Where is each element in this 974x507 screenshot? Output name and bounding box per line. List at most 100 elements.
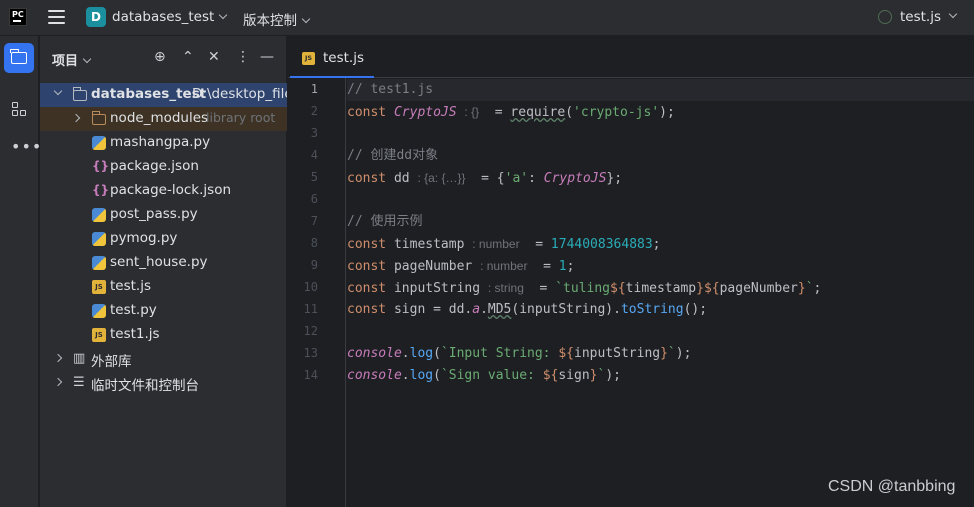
watermark: CSDN @tanbbing — [828, 478, 956, 495]
template-string: `Sign value: — [440, 368, 543, 383]
tree-item-file[interactable]: mashangpa.py — [40, 131, 287, 155]
main-menu-icon[interactable] — [48, 10, 65, 24]
code-line[interactable]: const pageNumber : number = 1; — [347, 255, 974, 277]
punctuation: . — [401, 368, 410, 383]
expand-arrow-icon[interactable] — [53, 353, 63, 363]
editor: JS test.js 1 2 3 4 5 6 7 8 9 10 11 12 13… — [288, 36, 974, 507]
project-panel: 项目 ⊕ ⌃ ✕ ⋮ — databases_test D:\desktop_f… — [40, 36, 287, 507]
locate-icon[interactable]: ⊕ — [154, 49, 166, 65]
expand-arrow-icon[interactable] — [71, 113, 81, 123]
identifier: inputString — [574, 346, 661, 361]
string: 'crypto-js' — [573, 105, 660, 120]
property: a — [472, 302, 481, 317]
number: 1744008364883 — [550, 237, 653, 252]
line-number: 14 — [303, 368, 318, 382]
chevron-down-icon — [301, 14, 311, 24]
tree-item-scratches[interactable]: ☰ 临时文件和控制台 — [40, 371, 287, 395]
function-call: require — [510, 105, 566, 120]
punctuation: ; — [652, 237, 661, 252]
more-tools-button[interactable]: ••• — [4, 134, 41, 164]
python-file-icon — [92, 136, 106, 150]
chevron-down-icon[interactable] — [948, 9, 958, 19]
tree-item-path: D:\desktop_file — [192, 86, 287, 102]
tab-test-js[interactable]: JS test.js — [290, 36, 374, 78]
tree-item-hint: library root — [206, 110, 276, 125]
punctuation: ); — [605, 368, 621, 383]
code-line[interactable]: console.log(`Sign value: ${sign}`); — [347, 365, 974, 387]
keyword: const — [347, 171, 394, 186]
operator: = — [519, 237, 551, 252]
line-number: 8 — [310, 236, 318, 250]
tree-item-label: test.py — [110, 302, 157, 318]
line-number: 1 — [310, 82, 318, 96]
tree-item-file[interactable]: JS test1.js — [40, 323, 287, 347]
structure-tool-button[interactable] — [4, 94, 34, 124]
javascript-file-icon: JS — [92, 280, 106, 294]
expand-arrow-icon[interactable] — [53, 86, 63, 96]
code-line[interactable]: // 使用示例 — [347, 211, 974, 233]
line-number: 9 — [310, 258, 318, 272]
expand-arrow-icon[interactable] — [53, 377, 63, 387]
expand-all-icon[interactable]: ⌃ — [182, 49, 194, 65]
library-icon: ▥ — [73, 351, 86, 366]
line-number: 5 — [310, 170, 318, 184]
tree-item-file[interactable]: sent_house.py — [40, 251, 287, 275]
code-line[interactable]: const sign = dd.a.MD5(inputString).toStr… — [347, 299, 974, 321]
tree-item-label: test.js — [110, 278, 152, 294]
tree-item-label: pymog.py — [110, 230, 178, 246]
punctuation: . — [480, 302, 488, 317]
project-tool-button[interactable] — [4, 43, 34, 73]
tree-item-file[interactable]: pymog.py — [40, 227, 287, 251]
tree-item-label: post_pass.py — [110, 206, 198, 222]
keyword: const — [347, 281, 394, 296]
project-badge-icon[interactable]: D — [86, 7, 106, 27]
tree-item-file[interactable]: post_pass.py — [40, 203, 287, 227]
line-number: 2 — [310, 104, 318, 118]
vcs-menu[interactable]: 版本控制 — [243, 9, 311, 29]
tool-window-strip: ••• — [0, 36, 41, 507]
line-number: 3 — [310, 126, 318, 140]
options-icon[interactable]: ⋮ — [236, 49, 250, 65]
type-hint: : number — [472, 237, 520, 251]
comment: // 创建dd对象 — [347, 148, 439, 163]
line-number: 7 — [310, 214, 318, 228]
tree-item-label: package-lock.json — [110, 182, 232, 198]
hide-panel-icon[interactable]: — — [260, 49, 274, 65]
pycharm-logo-icon[interactable]: PC — [9, 8, 27, 26]
code-line[interactable]: // 创建dd对象 — [347, 145, 974, 167]
folder-icon — [72, 87, 87, 101]
collapse-all-icon[interactable]: ✕ — [208, 49, 220, 65]
tree-item-node-modules[interactable]: node_modules library root — [40, 107, 287, 131]
project-panel-title[interactable]: 项目 — [52, 50, 92, 69]
code-line[interactable]: const dd : {a: {…}} = {'a': CryptoJS}; — [347, 167, 974, 189]
punctuation: (); — [683, 302, 708, 317]
template-delimiter: } — [660, 346, 668, 361]
tree-item-databases-test[interactable]: databases_test D:\desktop_file — [40, 83, 287, 107]
vcs-label: 版本控制 — [243, 13, 297, 29]
code-line[interactable]: // test1.js — [347, 79, 974, 101]
template-delimiter: ${ — [558, 346, 574, 361]
code-line[interactable]: console.log(`Input String: ${inputString… — [347, 343, 974, 365]
code-area[interactable]: // test1.js const CryptoJS : {} = requir… — [347, 78, 974, 507]
tree-item-file[interactable]: {} package.json — [40, 155, 287, 179]
comment: // test1.js — [347, 82, 434, 97]
tree-item-file[interactable]: test.py — [40, 299, 287, 323]
type-hint: : {} — [464, 105, 480, 119]
identifier: dd — [393, 171, 410, 186]
identifier: sign — [558, 368, 590, 383]
project-panel-title-label: 项目 — [52, 54, 79, 69]
tree-item-external-libraries[interactable]: ▥ 外部库 — [40, 347, 287, 371]
line-number-gutter: 1 2 3 4 5 6 7 8 9 10 11 12 13 14 — [288, 78, 346, 507]
project-switcher[interactable]: databases_test — [112, 9, 228, 25]
template-string: `Input String: — [440, 346, 559, 361]
run-config-selector[interactable]: test.js — [900, 9, 941, 25]
code-line[interactable]: const CryptoJS : {} = require('crypto-js… — [347, 101, 974, 123]
tree-item-label: test1.js — [110, 326, 160, 342]
code-line[interactable]: const inputString : string = `tuling${ti… — [347, 277, 974, 299]
code-line[interactable]: const timestamp : number = 1744008364883… — [347, 233, 974, 255]
punctuation: . — [401, 346, 410, 361]
operator: = — [523, 281, 556, 296]
tree-item-file[interactable]: JS test.js — [40, 275, 287, 299]
tree-item-label: node_modules — [110, 110, 209, 126]
tree-item-file[interactable]: {} package-lock.json — [40, 179, 287, 203]
